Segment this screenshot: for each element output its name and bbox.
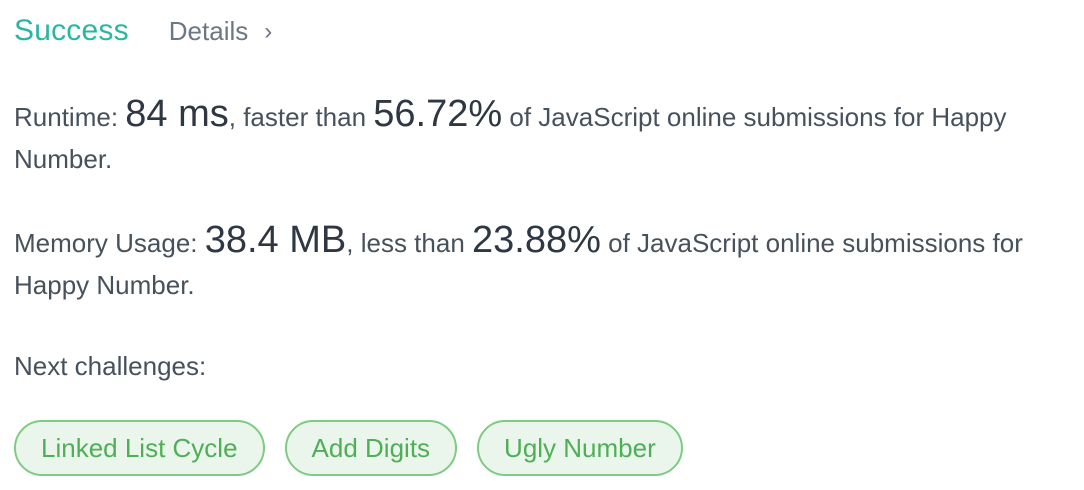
chevron-right-icon: › xyxy=(264,18,273,45)
memory-stats: Memory Usage: 38.4 MB, less than 23.88% … xyxy=(14,219,1064,306)
runtime-label: Runtime: xyxy=(14,102,126,132)
runtime-comparison: , faster than xyxy=(228,102,374,132)
next-challenges-label: Next challenges: xyxy=(14,351,207,381)
memory-value: 38.4 MB xyxy=(204,219,347,261)
result-header: Success Details › xyxy=(14,14,272,48)
challenge-chip-linked-list-cycle[interactable]: Linked List Cycle xyxy=(14,420,265,476)
next-challenges-list: Linked List Cycle Add Digits Ugly Number xyxy=(14,420,683,476)
memory-percent: 23.88% xyxy=(472,219,601,261)
runtime-percent: 56.72% xyxy=(373,93,503,135)
challenge-chip-ugly-number[interactable]: Ugly Number xyxy=(477,420,683,476)
runtime-value: 84 ms xyxy=(125,93,229,135)
memory-comparison: , less than xyxy=(346,228,472,258)
details-label: Details xyxy=(168,16,249,46)
runtime-stats: Runtime: 84 ms, faster than 56.72% of Ja… xyxy=(14,93,1064,180)
status-success: Success xyxy=(14,14,129,47)
memory-label: Memory Usage: xyxy=(14,228,205,258)
details-link[interactable]: Details › xyxy=(169,16,272,47)
challenge-chip-add-digits[interactable]: Add Digits xyxy=(284,420,458,476)
